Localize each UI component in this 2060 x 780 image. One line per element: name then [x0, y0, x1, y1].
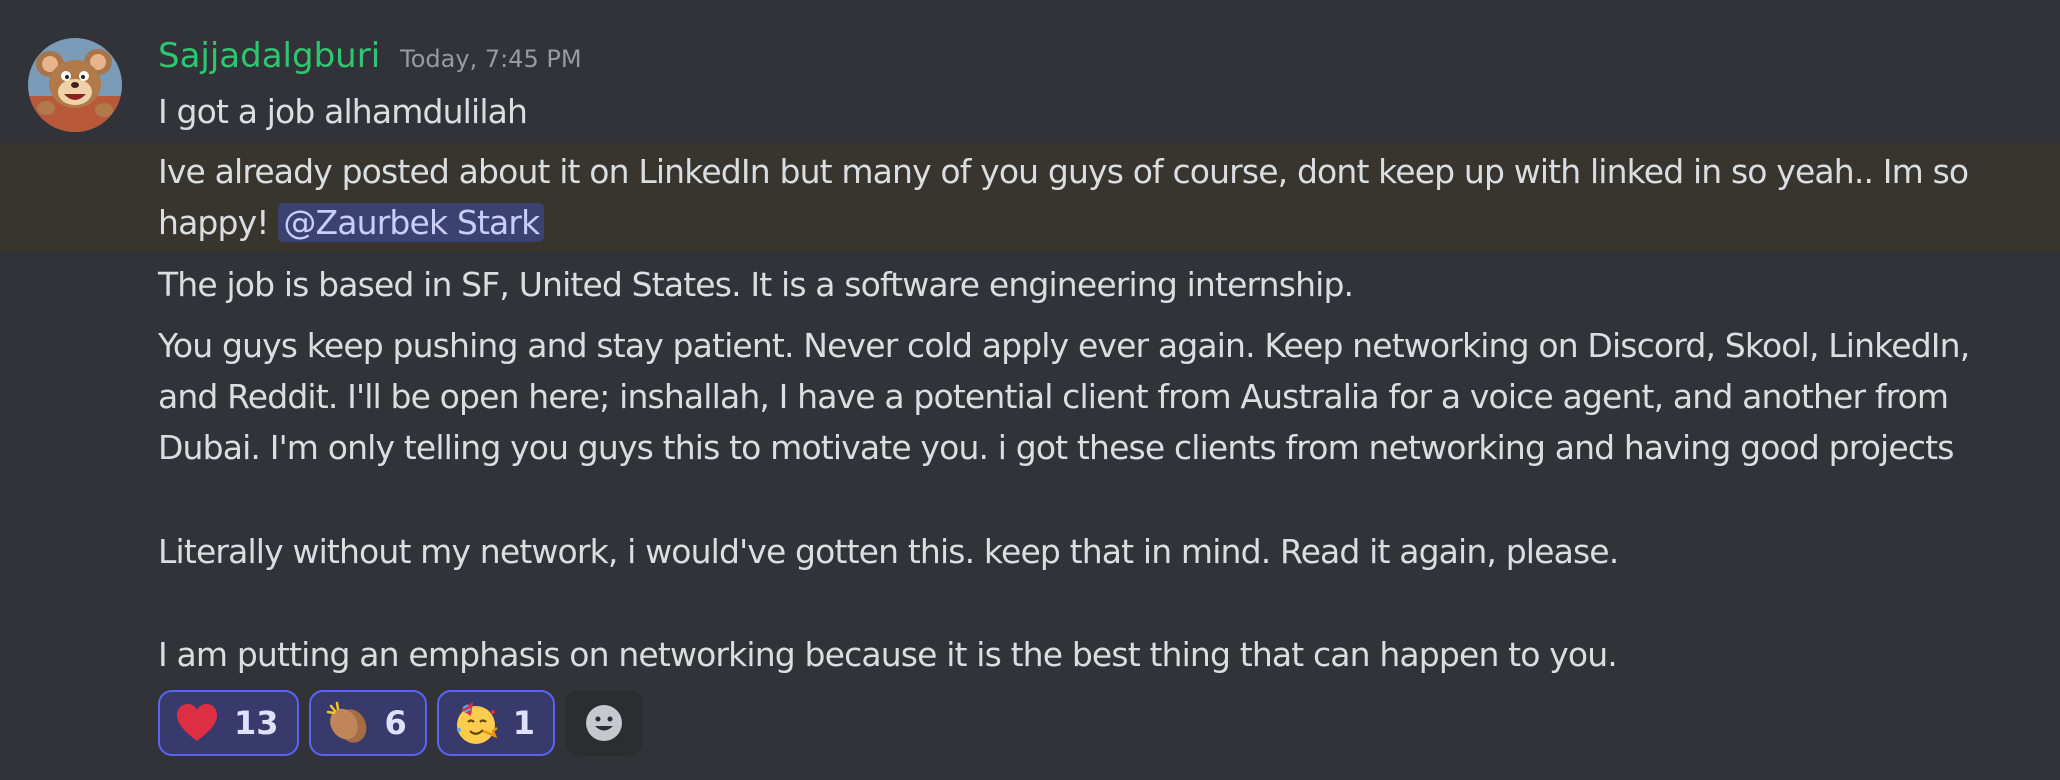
clapping-hands-emoji-icon	[326, 701, 366, 743]
add-reaction-button[interactable]	[565, 690, 644, 756]
message-line-6: I am putting an emphasis on networking b…	[158, 635, 1618, 674]
message-line-2: Ive already posted about it on LinkedIn …	[158, 146, 2008, 248]
author-username[interactable]: Sajjadalgburi	[158, 36, 380, 76]
smiley-add-reaction-icon	[586, 705, 623, 741]
reaction-count: 1	[512, 704, 536, 742]
message-line-5: Literally without my network, i would've…	[158, 532, 1619, 571]
cartoon-mouse-avatar-icon	[28, 38, 122, 132]
message-timestamp[interactable]: Today, 7:45 PM	[400, 45, 581, 73]
message-line-1: I got a job alhamdulilah	[158, 92, 528, 131]
user-mention[interactable]: @Zaurbek Stark	[278, 203, 545, 242]
message-line-3: The job is based in SF, United States. I…	[158, 265, 1354, 304]
reaction-count: 13	[234, 704, 279, 742]
message-header: Sajjadalgburi Today, 7:45 PM	[158, 36, 582, 76]
partying-face-emoji-icon	[456, 702, 498, 744]
avatar[interactable]	[28, 38, 122, 132]
reaction-count: 6	[384, 704, 407, 742]
reaction-party[interactable]: 1	[436, 690, 556, 756]
heart-emoji-icon	[177, 704, 217, 741]
message-line-4: You guys keep pushing and stay patient. …	[158, 326, 1970, 467]
reaction-clap[interactable]: 6	[308, 690, 427, 756]
reaction-heart[interactable]: 13	[158, 690, 299, 756]
reaction-bar: 13 6 1	[158, 690, 644, 756]
